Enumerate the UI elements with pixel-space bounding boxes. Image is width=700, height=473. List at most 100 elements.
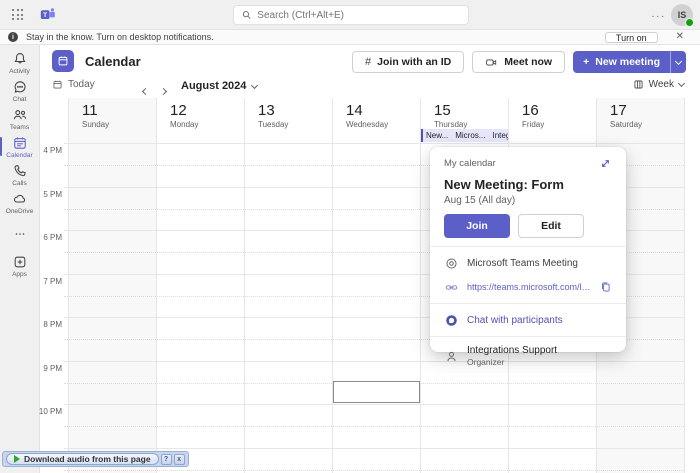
banner-close-icon[interactable]: ✕ <box>676 32 684 42</box>
chat-with-participants-link[interactable]: Chat with participants <box>467 315 563 326</box>
time-label: 5 PM <box>38 190 62 199</box>
new-meeting-split-button: + New meeting <box>573 51 686 73</box>
day-header-wednesday[interactable]: 14 Wednesday <box>332 98 420 143</box>
next-week-button[interactable] <box>161 81 166 99</box>
ellipsis-icon <box>12 227 28 241</box>
grid-right-border <box>684 98 685 473</box>
calendar-source-label: My calendar <box>444 158 496 169</box>
turn-on-button[interactable]: Turn on <box>605 32 658 43</box>
time-label: 7 PM <box>38 277 62 286</box>
teams-calendar-page: T ... IS i Stay in the know. Turn on des… <box>0 0 700 473</box>
download-bar-close-button[interactable]: x <box>174 454 185 465</box>
time-label: 8 PM <box>38 320 62 329</box>
download-bar-help-button[interactable]: ? <box>161 454 172 465</box>
divider <box>430 246 626 247</box>
new-meeting-dropdown-button[interactable] <box>670 51 686 73</box>
all-day-event-chip[interactable]: New... Micros... Integ... <box>421 129 508 142</box>
day-header-saturday[interactable]: 17 Saturday <box>596 98 684 143</box>
teams-meeting-icon <box>445 257 458 270</box>
download-audio-label: Download audio from this page <box>24 454 151 464</box>
avatar[interactable]: IS <box>671 4 693 26</box>
download-audio-button[interactable]: Download audio from this page <box>6 453 159 465</box>
time-label: 9 PM <box>38 364 62 373</box>
copy-icon[interactable] <box>600 281 612 293</box>
topbar-overflow-icon[interactable]: ... <box>652 12 666 18</box>
rail-item-onedrive[interactable]: OneDrive <box>0 189 40 216</box>
divider <box>430 303 626 304</box>
phone-icon <box>12 163 28 179</box>
time-label: 6 PM <box>38 233 62 242</box>
day-header-tuesday[interactable]: 13 Tuesday <box>244 98 332 143</box>
meeting-type-label: Microsoft Teams Meeting <box>467 258 578 269</box>
rail-item-chat[interactable]: Chat <box>0 77 40 104</box>
search-box[interactable] <box>233 5 469 25</box>
prev-week-button[interactable] <box>143 81 148 99</box>
chat-icon <box>12 79 28 95</box>
info-icon: i <box>8 32 18 42</box>
calendar-icon <box>12 135 28 151</box>
chevron-down-icon <box>678 80 685 87</box>
date-nav: Today August 2024 Week <box>41 79 700 98</box>
calendar-header: Calendar # Join with an ID Meet now + Ne… <box>41 45 700 79</box>
event-datetime: Aug 15 (All day) <box>444 195 612 206</box>
cloud-icon <box>12 191 28 207</box>
rail-item-more[interactable] <box>0 227 40 241</box>
top-bar: T ... IS <box>0 0 700 30</box>
organizer-name: Integrations Support <box>467 345 557 356</box>
rail-item-activity[interactable]: Activity <box>0 49 40 76</box>
svg-text:T: T <box>43 12 47 19</box>
search-icon <box>242 10 251 20</box>
calendar-app-icon <box>52 50 74 72</box>
day-header-monday[interactable]: 12 Monday <box>156 98 244 143</box>
notification-banner: i Stay in the know. Turn on desktop noti… <box>0 30 700 45</box>
download-audio-bar: Download audio from this page ? x <box>2 451 189 467</box>
avatar-initials: IS <box>678 10 687 20</box>
event-title: New Meeting: Form <box>444 177 612 192</box>
apps-plus-icon <box>12 254 28 270</box>
chat-participants-icon <box>445 314 458 327</box>
play-icon <box>14 455 20 463</box>
divider <box>430 336 626 337</box>
person-icon <box>445 350 458 363</box>
plus-icon: + <box>583 56 589 68</box>
day-column-wednesday[interactable] <box>332 143 420 473</box>
month-picker[interactable]: August 2024 <box>181 80 257 92</box>
banner-message: Stay in the know. Turn on desktop notifi… <box>26 32 597 42</box>
chevron-left-icon <box>142 88 149 95</box>
day-column-tuesday[interactable] <box>244 143 332 473</box>
join-button[interactable]: Join <box>444 214 510 238</box>
rail-item-calendar[interactable]: Calendar <box>0 133 40 160</box>
camera-icon <box>485 56 498 69</box>
expand-icon[interactable] <box>599 157 612 170</box>
event-details-popup: My calendar New Meeting: Form Aug 15 (Al… <box>430 147 626 352</box>
time-label: 4 PM <box>38 146 62 155</box>
chevron-right-icon <box>160 88 167 95</box>
meeting-link[interactable]: https://teams.microsoft.com/l/meetup-joi… <box>467 282 591 292</box>
hash-icon: # <box>365 56 371 68</box>
people-icon <box>12 107 28 123</box>
day-header-sunday[interactable]: 11 Sunday <box>68 98 156 143</box>
rail-item-teams[interactable]: Teams <box>0 105 40 132</box>
join-with-id-button[interactable]: # Join with an ID <box>352 51 464 73</box>
day-column-sunday[interactable] <box>68 143 156 473</box>
app-rail: Activity Chat Teams Calendar Calls OneDr… <box>0 45 40 473</box>
bell-icon <box>12 51 28 67</box>
day-header-friday[interactable]: 16 Friday <box>508 98 596 143</box>
meet-now-button[interactable]: Meet now <box>472 51 565 73</box>
new-meeting-button[interactable]: + New meeting <box>573 51 670 73</box>
teams-logo-icon: T <box>40 7 56 23</box>
today-calendar-icon <box>52 79 63 90</box>
organizer-role: Organizer <box>467 357 557 367</box>
today-button[interactable]: Today <box>52 79 95 90</box>
selected-time-slot[interactable] <box>333 381 420 403</box>
waffle-menu-icon[interactable] <box>12 9 24 21</box>
rail-item-apps[interactable]: Apps <box>0 252 40 279</box>
view-switcher[interactable]: Week <box>633 79 684 90</box>
time-label: 10 PM <box>38 407 62 416</box>
day-column-monday[interactable] <box>156 143 244 473</box>
edit-button[interactable]: Edit <box>518 214 584 238</box>
link-icon <box>445 281 458 294</box>
chevron-down-icon <box>251 81 258 88</box>
search-input[interactable] <box>257 10 460 21</box>
rail-item-calls[interactable]: Calls <box>0 161 40 188</box>
